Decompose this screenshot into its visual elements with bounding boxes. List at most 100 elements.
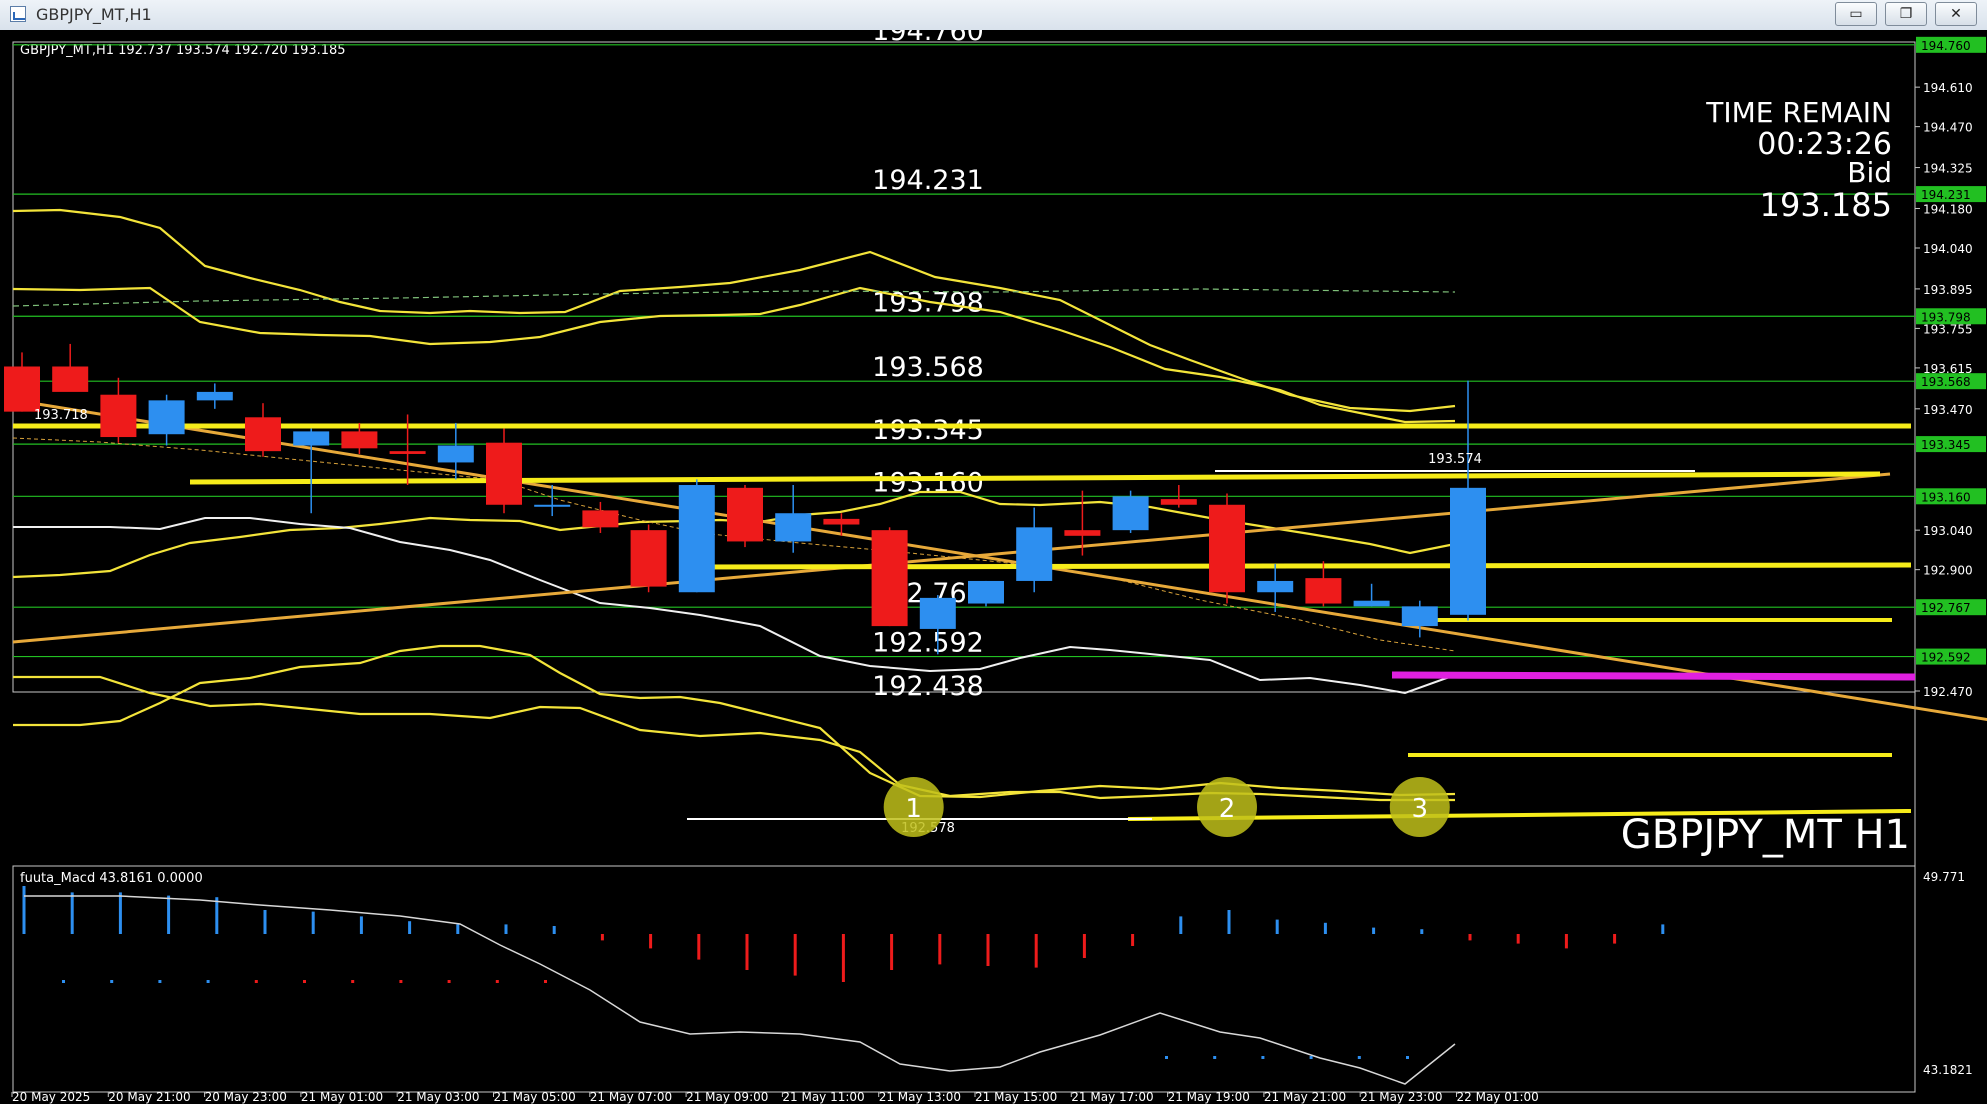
level-label: 192.438 <box>872 671 984 702</box>
candle-body <box>341 431 378 449</box>
candle-body <box>4 366 40 412</box>
y-tick-label: 192.470 <box>1923 685 1973 699</box>
candle-body <box>775 513 812 542</box>
y-tick-label: 193.040 <box>1923 524 1973 538</box>
chart-window-icon <box>10 6 26 22</box>
wave-marker-label: 2 <box>1219 794 1236 824</box>
candle-body <box>1257 580 1294 593</box>
macd-dot <box>495 980 499 983</box>
macd-dot <box>206 980 210 983</box>
x-tick-label: 21 May 11:00 <box>782 1090 864 1104</box>
macd-dot <box>158 980 162 983</box>
macd-max-label: 49.771 <box>1923 870 1965 884</box>
y-tick-label: 193.895 <box>1923 283 1973 297</box>
x-tick-label: 21 May 01:00 <box>301 1090 383 1104</box>
minimize-button[interactable]: ▭ <box>1835 2 1877 26</box>
candle-body <box>1112 496 1149 531</box>
x-tick-label: 21 May 17:00 <box>1071 1090 1153 1104</box>
close-button[interactable]: ✕ <box>1935 2 1977 26</box>
price-chart[interactable]: GBPJPY_MT,H1 192.737 193.574 192.720 193… <box>0 30 1987 1104</box>
macd-dot <box>351 980 355 983</box>
level-label: 194.231 <box>872 165 984 196</box>
candle-body <box>919 597 956 629</box>
candle-body <box>100 394 137 438</box>
macd-dot <box>1309 1056 1313 1059</box>
high-annotation: 193.574 <box>1428 452 1482 467</box>
macd-dot <box>1261 1056 1265 1059</box>
level-price-tag-text: 193.160 <box>1921 490 1971 504</box>
time-remain-label: TIME REMAIN <box>1705 96 1892 129</box>
macd-dot <box>1213 1056 1217 1059</box>
candle-body <box>1353 600 1390 607</box>
x-tick-label: 21 May 07:00 <box>590 1090 672 1104</box>
y-tick-label: 192.900 <box>1923 564 1973 578</box>
y-tick-label: 194.610 <box>1923 81 1973 95</box>
x-tick-label: 22 May 01:00 <box>1457 1090 1539 1104</box>
window-titlebar: GBPJPY_MT,H1 ▭ ❐ ✕ <box>0 0 1987 31</box>
candle-body <box>534 504 571 507</box>
x-tick-label: 20 May 21:00 <box>108 1090 190 1104</box>
candle-body <box>1016 527 1053 581</box>
macd-title: fuuta_Macd 43.8161 0.0000 <box>20 871 203 886</box>
y-tick-label: 194.040 <box>1923 242 1973 256</box>
y-tick-label: 194.180 <box>1923 202 1973 216</box>
macd-dot <box>1165 1056 1168 1059</box>
bid-value: 193.185 <box>1760 186 1892 224</box>
macd-dot <box>110 980 114 983</box>
candle-body <box>630 530 667 587</box>
candle-body <box>823 518 860 525</box>
candle-body <box>1209 504 1245 593</box>
macd-dot <box>303 980 306 983</box>
macd-dot <box>544 980 547 983</box>
x-tick-label: 21 May 15:00 <box>975 1090 1057 1104</box>
macd-dot <box>447 980 451 983</box>
bid-label: Bid <box>1847 156 1892 189</box>
level-price-tag-text: 192.592 <box>1921 651 1971 665</box>
candle-body <box>1305 578 1342 604</box>
candle-body <box>196 391 233 401</box>
level-price-tag-text: 193.568 <box>1921 375 1971 389</box>
candle-body <box>968 580 1004 604</box>
macd-dot <box>1406 1056 1409 1059</box>
x-tick-label: 20 May 2025 <box>12 1090 90 1104</box>
y-tick-label: 194.470 <box>1923 121 1973 135</box>
macd-dot <box>1357 1056 1361 1059</box>
candle-body <box>727 487 763 542</box>
candle-body <box>678 485 715 593</box>
level-price-tag-text: 193.345 <box>1921 438 1971 452</box>
y-tick-label: 193.615 <box>1923 362 1973 376</box>
level-label: 193.568 <box>872 352 984 383</box>
level-price-tag-text: 194.760 <box>1921 39 1971 53</box>
wave-marker-label: 1 <box>905 794 922 824</box>
x-tick-label: 21 May 09:00 <box>686 1090 768 1104</box>
macd-dot <box>62 980 65 983</box>
candle-body <box>148 400 185 435</box>
level-label: 193.345 <box>872 415 984 446</box>
candle-body <box>437 445 474 463</box>
macd-min-label: 43.1821 <box>1923 1063 1973 1077</box>
symbol-watermark: GBPJPY_MT H1 <box>1621 812 1910 858</box>
candle-body <box>1450 487 1486 615</box>
y-tick-label: 193.755 <box>1923 322 1973 336</box>
candle-body <box>1064 530 1101 536</box>
macd-dot <box>399 980 403 983</box>
candle-body <box>582 510 619 528</box>
x-tick-label: 21 May 23:00 <box>1360 1090 1442 1104</box>
candle-body <box>486 442 522 505</box>
magenta-zone-line <box>1391 671 1916 681</box>
window-title: GBPJPY_MT,H1 <box>36 5 152 24</box>
candle-body <box>293 431 330 446</box>
candle-body <box>1160 499 1197 505</box>
x-tick-label: 21 May 03:00 <box>397 1090 479 1104</box>
y-tick-label: 194.325 <box>1923 162 1973 176</box>
level-price-tag-text: 194.231 <box>1921 188 1971 202</box>
left-high-annotation: 193.718 <box>34 408 88 423</box>
x-tick-label: 21 May 05:00 <box>494 1090 576 1104</box>
x-tick-label: 21 May 13:00 <box>879 1090 961 1104</box>
x-tick-label: 21 May 21:00 <box>1264 1090 1346 1104</box>
restore-button[interactable]: ❐ <box>1885 2 1927 26</box>
x-tick-label: 20 May 23:00 <box>205 1090 287 1104</box>
wave-marker-label: 3 <box>1412 794 1429 824</box>
candle-body <box>52 366 89 392</box>
level-label: 194.760 <box>872 30 984 47</box>
